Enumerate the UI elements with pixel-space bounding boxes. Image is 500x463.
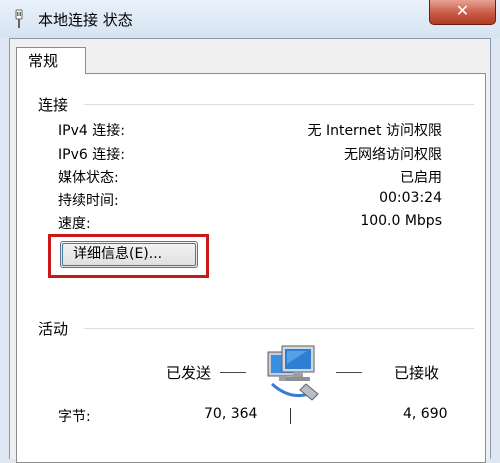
sent-dash	[220, 372, 246, 373]
duration-label: 持续时间:	[58, 193, 119, 209]
ipv4-value: 无 Internet 访问权限	[307, 123, 443, 139]
bytes-received-value: 4, 690	[403, 406, 448, 422]
received-label: 已接收	[394, 364, 440, 382]
window-title: 本地连接 状态	[38, 11, 133, 29]
speed-value: 100.0 Mbps	[360, 213, 442, 229]
sent-label: 已发送	[166, 364, 212, 382]
ipv6-label: IPv6 连接:	[58, 147, 125, 163]
details-button[interactable]: 详细信息(E)...	[60, 241, 198, 268]
close-icon: ✕	[455, 1, 470, 20]
media-state-value: 已启用	[400, 170, 442, 186]
received-dash	[336, 372, 362, 373]
duration-value: 00:03:24	[379, 190, 442, 206]
activity-group-title: 活动	[38, 320, 69, 338]
bytes-sent-value: 70, 364	[204, 406, 258, 422]
connection-group-divider	[84, 104, 474, 105]
speed-label: 速度:	[58, 216, 91, 232]
bytes-label: 字节:	[58, 409, 91, 425]
connection-group-title: 连接	[38, 96, 69, 114]
close-button[interactable]: ✕	[429, 0, 496, 25]
activity-group-divider	[84, 328, 474, 329]
media-state-label: 媒体状态:	[58, 170, 119, 186]
activity-separator	[290, 408, 291, 424]
tab-general[interactable]: 常规	[16, 47, 86, 74]
title-bar: 本地连接 状态 ✕	[0, 0, 500, 38]
network-computers-icon	[267, 345, 319, 401]
ipv4-label: IPv4 连接:	[58, 123, 125, 139]
network-plug-icon	[15, 9, 23, 28]
ipv6-value: 无网络访问权限	[344, 147, 442, 163]
